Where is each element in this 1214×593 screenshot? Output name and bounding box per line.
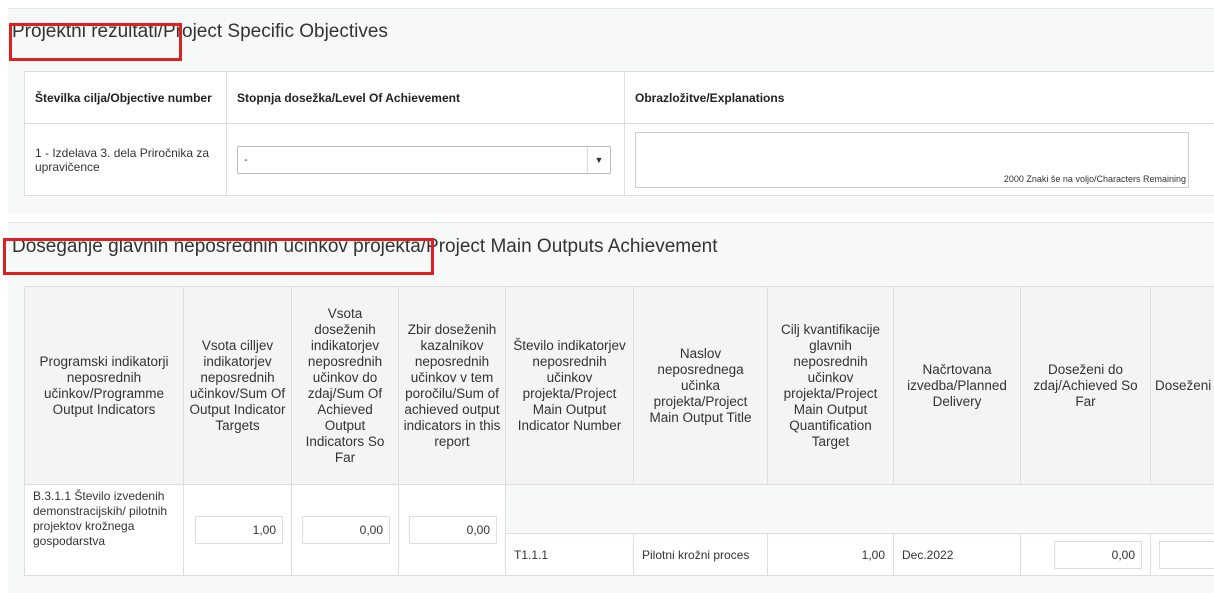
objective-cell: 1 - Izdelava 3. dela Priročnika za uprav… [25, 124, 227, 196]
header-output-title: Naslov neposrednega učinka projekta/Proj… [634, 287, 768, 485]
explanations-textarea[interactable]: 2000 Znaki še na voljo/Characters Remain… [635, 132, 1189, 188]
empty-cell [506, 485, 1214, 534]
header-sum-in-report: Zbir doseženih kazalnikov neposrednih uč… [399, 287, 506, 485]
sum-report-input[interactable]: 0,00 [409, 516, 497, 544]
table-row: B.3.1.1 Število izvedenih demonstracijsk… [25, 485, 1214, 534]
objectives-header-row: Številka cilja/Objective number Stopnja … [25, 72, 1214, 124]
level-cell: - ▼ [227, 124, 625, 196]
header-objective-number: Številka cilja/Objective number [25, 72, 227, 124]
highlight-box-outputs [3, 238, 434, 275]
header-output-indicator-number: Število indikatorjev neposrednih učinkov… [506, 287, 634, 485]
sum-achieved-cell: 0,00 [292, 485, 399, 576]
sum-targets-cell: 1,00 [184, 485, 292, 576]
level-of-achievement-select[interactable]: - ▼ [237, 146, 611, 174]
sum-targets-input[interactable]: 1,00 [195, 516, 283, 544]
outputs-header-row: Programski indikatorji neposrednih učink… [25, 287, 1214, 485]
objectives-table: Številka cilja/Objective number Stopnja … [24, 71, 1214, 196]
sum-achieved-input[interactable]: 0,00 [302, 516, 390, 544]
indicator-cell: B.3.1.1 Število izvedenih demonstracijsk… [25, 485, 184, 576]
achieved-so-far-input[interactable]: 0,00 [1054, 541, 1142, 569]
output-title-cell: Pilotni krožni proces [634, 534, 768, 576]
header-achieved-in-report: Doseženi v tem poročilu/Achieved in this… [1151, 287, 1214, 485]
achieved-report-cell [1151, 534, 1214, 576]
header-sum-achieved-so-far: Vsota doseženih indikatorjev neposrednih… [292, 287, 399, 485]
sum-report-cell: 0,00 [399, 485, 506, 576]
explanations-cell: 2000 Znaki še na voljo/Characters Remain… [625, 124, 1214, 196]
achieved-so-far-cell: 0,00 [1021, 534, 1151, 576]
chevron-down-icon[interactable]: ▼ [587, 147, 610, 173]
achieved-report-input[interactable] [1159, 541, 1214, 569]
level-select-value: - [244, 154, 248, 166]
header-sum-targets: Vsota cilljev indikatorjev neposrednih u… [184, 287, 292, 485]
header-level-of-achievement: Stopnja dosežka/Level Of Achievement [227, 72, 625, 124]
quantification-target-cell: 1,00 [768, 534, 894, 576]
characters-remaining: 2000 Znaki še na voljo/Characters Remain… [1004, 174, 1186, 184]
header-quantification-target: Cilj kvantifikacije glavnih neposrednih … [768, 287, 894, 485]
header-explanations: Obrazložitve/Explanations [625, 72, 1214, 124]
highlight-box-objectives [9, 23, 182, 61]
header-planned-delivery: Načrtovana izvedba/Planned Delivery [894, 287, 1021, 485]
table-row: 1 - Izdelava 3. dela Priročnika za uprav… [25, 124, 1214, 196]
output-number-cell: T1.1.1 [506, 534, 634, 576]
header-achieved-so-far: Doseženi do zdaj/Achieved So Far [1021, 287, 1151, 485]
outputs-table: Programski indikatorji neposrednih učink… [24, 286, 1214, 576]
planned-delivery-cell: Dec.2022 [894, 534, 1021, 576]
header-programme-output-indicators: Programski indikatorji neposrednih učink… [25, 287, 184, 485]
